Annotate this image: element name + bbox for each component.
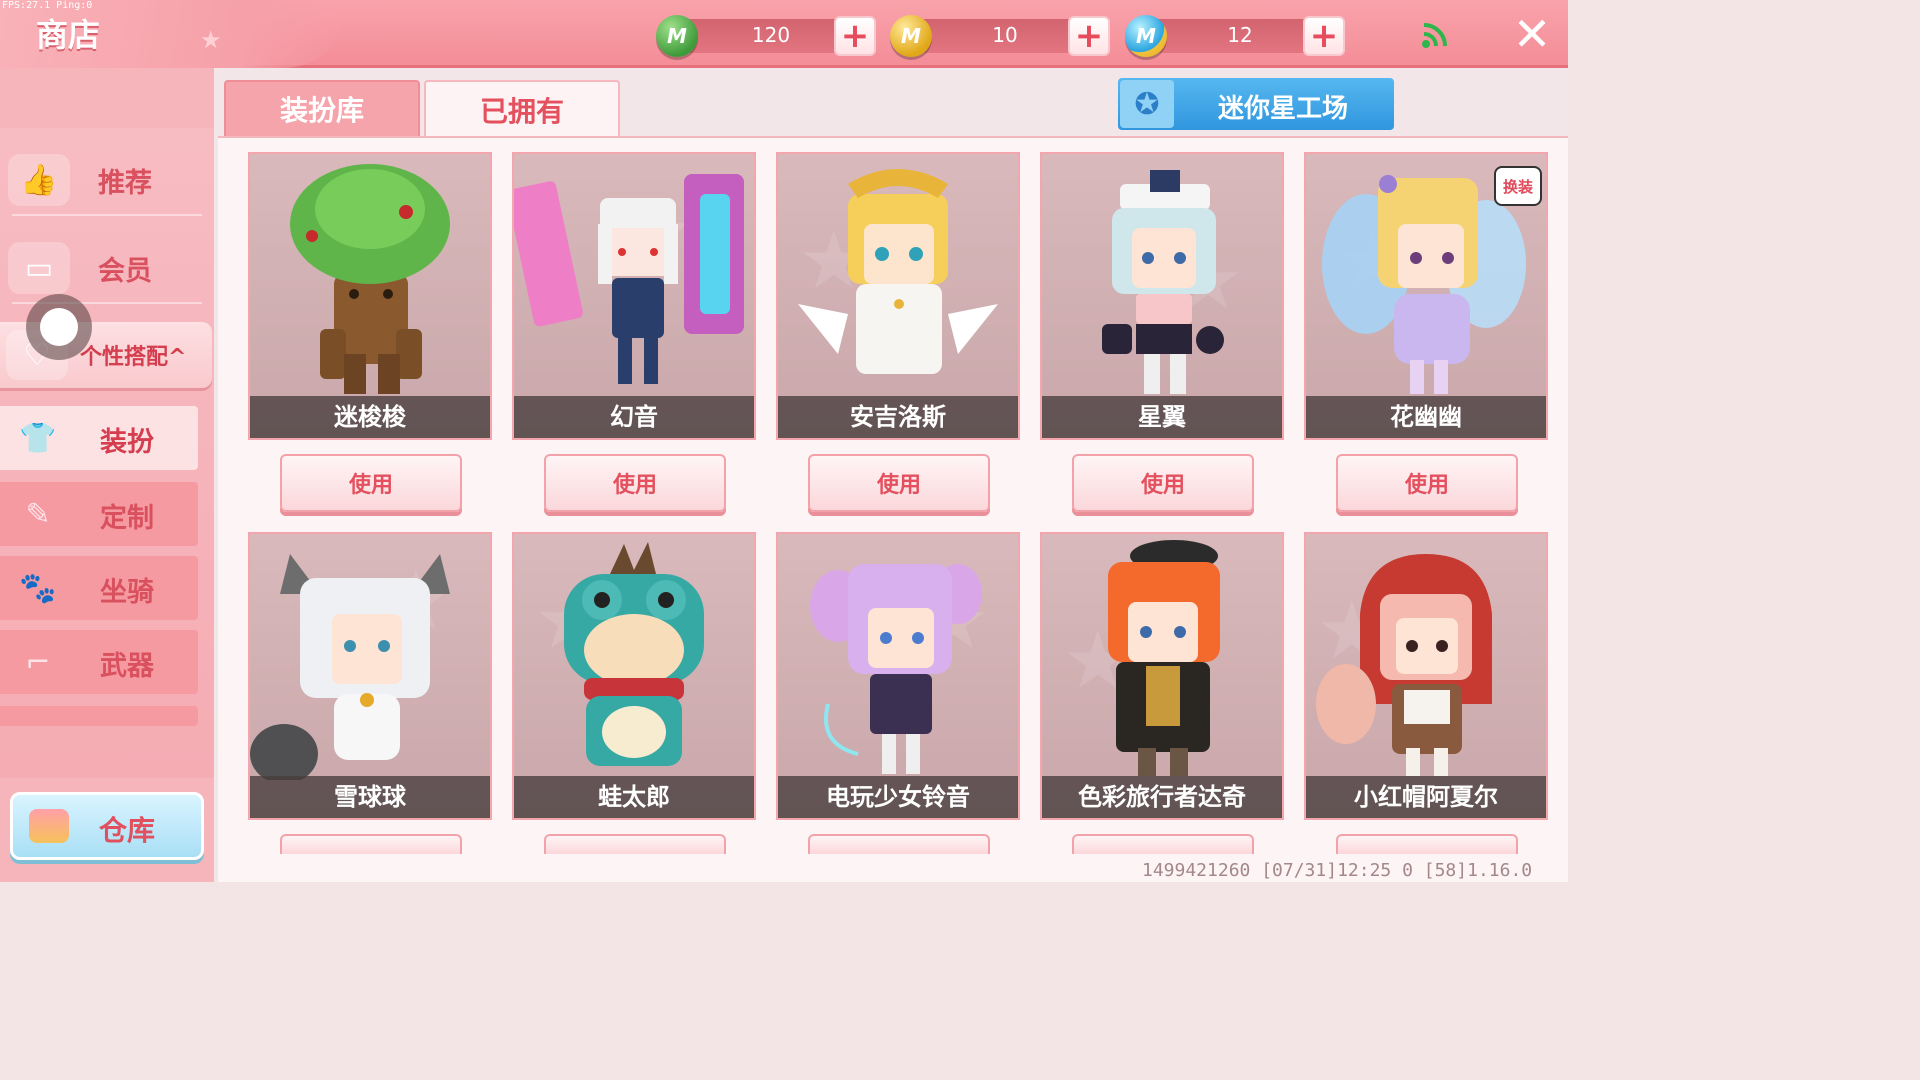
skin-name: 雪球球 [250, 776, 490, 818]
use-button[interactable] [1072, 834, 1254, 854]
use-button[interactable] [808, 834, 990, 854]
skin-name: 安吉洛斯 [778, 396, 1018, 438]
color-traveler-character-icon [1108, 540, 1220, 776]
sidebar-sub-custom[interactable]: ✎ 定制 [0, 482, 198, 546]
star-wing-character-icon [1102, 170, 1224, 394]
use-button[interactable] [280, 834, 462, 854]
snow-leopard-character-icon [250, 554, 450, 780]
skin-card[interactable]: ★ 安吉洛斯 [776, 152, 1020, 440]
skin-card[interactable]: ★ 电玩少女铃音 [776, 532, 1020, 820]
sidebar: 👍 推荐 ▭ 会员 ♡ 个性搭配^ 👕 装扮 ✎ 定制 🐾 坐骑 ⌐ 武器 [0, 68, 214, 882]
mini-star-workshop-button[interactable]: ✪ 迷你星工场 [1118, 78, 1394, 130]
skin-card[interactable]: ★ 色彩旅行者达奇 [1040, 532, 1284, 820]
use-button[interactable]: 使用 [808, 454, 990, 512]
page-title: 商店 [36, 16, 101, 54]
skin-name: 蛙太郎 [514, 776, 754, 818]
vip-card-icon: ▭ [8, 242, 70, 294]
gamer-girl-character-icon [810, 564, 982, 774]
pencil-icon: ✎ [25, 496, 51, 532]
skin-card[interactable]: ★ 雪球球 [248, 532, 492, 820]
sidebar-sub-label: 坐骑 [100, 577, 154, 608]
sidebar-item-label: 会员 [98, 255, 152, 287]
green-mini-coin-icon: M [656, 15, 698, 57]
sidebar-sub-outfit[interactable]: 👕 装扮 [0, 406, 198, 470]
sidebar-sub-label: 定制 [100, 503, 154, 534]
robot-girl-character-icon [514, 174, 744, 384]
use-button[interactable]: 使用 [1336, 454, 1518, 512]
main-panel: 装扮库 已拥有 ✪ 迷你星工场 ★ 迷梭梭 ★ [214, 68, 1568, 882]
divider [12, 214, 202, 216]
skin-card[interactable]: ★ 小红帽阿夏尔 [1304, 532, 1548, 820]
sidebar-item-recommend[interactable]: 👍 推荐 [0, 138, 214, 222]
use-button[interactable]: 使用 [280, 454, 462, 512]
skin-name: 幻音 [514, 396, 754, 438]
change-outfit-badge[interactable]: 换装 [1494, 166, 1542, 206]
sidebar-item-vip[interactable]: ▭ 会员 [0, 226, 214, 310]
section-label: 个性搭配^ [80, 345, 187, 370]
skin-card[interactable]: ★ 幻音 [512, 152, 756, 440]
currency-value: 12 [1227, 23, 1253, 47]
sidebar-sub-mount[interactable]: 🐾 坐骑 [0, 556, 198, 620]
skin-name: 色彩旅行者达奇 [1042, 776, 1282, 818]
skin-card[interactable]: ★ 蛙太郎 [512, 532, 756, 820]
sidebar-sub-label: 装扮 [100, 427, 154, 458]
add-gold-coin-button[interactable]: + [1068, 16, 1110, 56]
build-info: 1499421260 [07/31]12:25 0 [58]1.16.0 [1142, 860, 1533, 881]
currency-value: 10 [992, 23, 1018, 47]
skin-card[interactable]: ★ 星翼 [1040, 152, 1284, 440]
decorative-star-icon: ★ [200, 26, 222, 54]
skin-name: 花幽幽 [1306, 396, 1546, 438]
sidebar-sub-weapon[interactable]: ⌐ 武器 [0, 630, 198, 694]
tree-character-icon [290, 164, 450, 394]
use-button[interactable]: 使用 [544, 454, 726, 512]
star-badge-icon: ✪ [1120, 80, 1174, 128]
use-button[interactable]: 使用 [1072, 454, 1254, 512]
workshop-label: 迷你星工场 [1218, 94, 1349, 124]
use-button[interactable] [544, 834, 726, 854]
frog-character-icon [564, 542, 704, 766]
floating-toggle-button[interactable] [26, 294, 92, 360]
use-button[interactable] [1336, 834, 1518, 854]
gold-mini-coin-icon: M [890, 15, 932, 57]
owned-grid: ★ 迷梭梭 ★ [218, 136, 1568, 882]
tab-owned[interactable]: 已拥有 [424, 80, 620, 138]
skin-name: 星翼 [1042, 396, 1282, 438]
tab-outfit-library[interactable]: 装扮库 [224, 80, 420, 138]
currency-value: 120 [751, 23, 791, 47]
skin-card[interactable]: ★ 换装 花幽幽 [1304, 152, 1548, 440]
skin-name: 电玩少女铃音 [778, 776, 1018, 818]
skin-name: 小红帽阿夏尔 [1306, 776, 1546, 818]
thumbs-up-icon: 👍 [8, 154, 70, 206]
signal-icon [1422, 23, 1447, 48]
skin-name: 迷梭梭 [250, 396, 490, 438]
red-riding-hood-character-icon [1316, 554, 1492, 776]
mount-icon: 🐾 [19, 570, 57, 606]
add-green-coin-button[interactable]: + [834, 16, 876, 56]
top-bar: ★ FPS:27.1 Ping:0 商店 M 120 + M 10 + M 12… [0, 0, 1568, 68]
gun-icon: ⌐ [25, 644, 51, 680]
add-blue-coin-button[interactable]: + [1303, 16, 1345, 56]
warehouse-label: 仓库 [99, 814, 156, 847]
angel-character-icon [798, 169, 998, 374]
chest-icon [29, 809, 69, 843]
skin-card[interactable]: ★ 迷梭梭 [248, 152, 492, 440]
warehouse-button[interactable]: 仓库 [10, 792, 204, 860]
close-icon[interactable]: ✕ [1510, 11, 1554, 57]
sidebar-sub-partial [0, 706, 198, 726]
sidebar-item-label: 推荐 [98, 167, 152, 199]
sidebar-sub-label: 武器 [100, 651, 154, 682]
blue-mini-coin-icon: M [1125, 15, 1167, 57]
outfit-shirt-icon: 👕 [19, 420, 57, 456]
